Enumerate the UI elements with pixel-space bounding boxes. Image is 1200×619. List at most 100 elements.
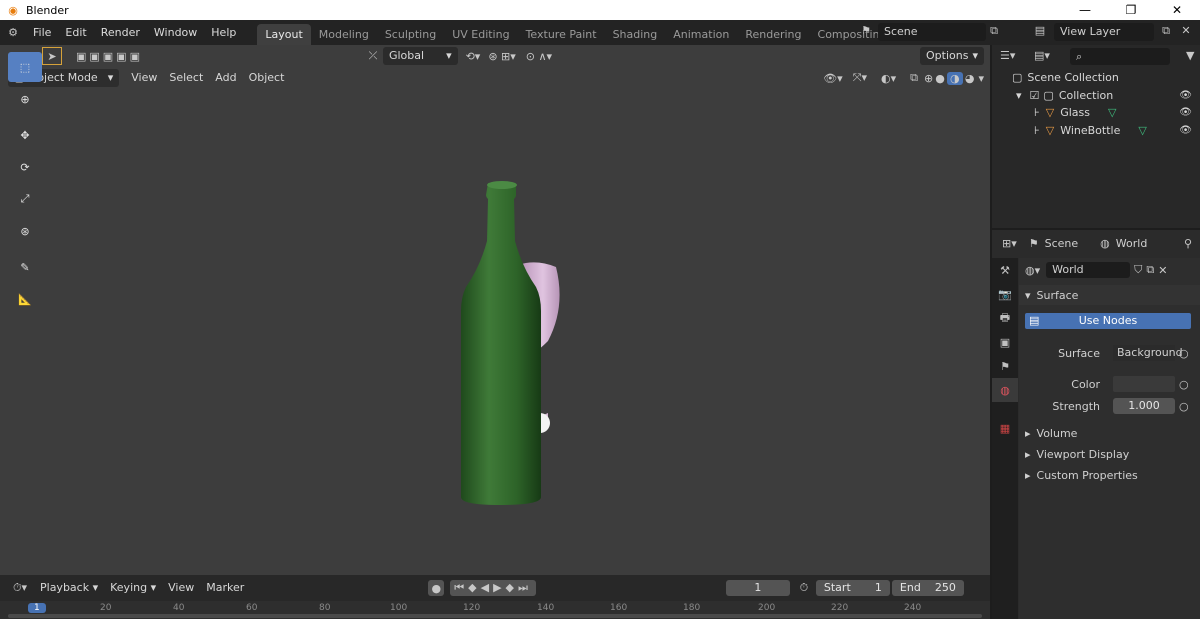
volume-panel-header[interactable]: ▸ Volume <box>1019 423 1200 443</box>
tab-sculpting[interactable]: Sculpting <box>377 24 444 45</box>
filter-icon[interactable]: ▼ <box>1186 49 1194 62</box>
tab-shading[interactable]: Shading <box>605 24 666 45</box>
view-layer-icon[interactable]: ▤ <box>1030 24 1050 37</box>
properties-editor-type-icon[interactable]: ⊞▾ <box>1002 237 1017 250</box>
rotate-tool-icon[interactable]: ⟳ <box>8 152 42 182</box>
start-label: Start <box>823 581 851 594</box>
properties-tabs: ⚒ 📷 🖶 ▣ ⚑ ◍ ▦ <box>992 258 1018 619</box>
blender-menu-icon[interactable]: ⚙ <box>0 26 26 39</box>
world-name-field[interactable]: World <box>1046 262 1131 278</box>
3d-viewport[interactable]: ⌖▾ ➤ ▣▣▣▣▣ ⤫ Global▾ ⟲▾ ⊛ ⊞▾ ⊙ ∧▾ Option… <box>0 45 990 575</box>
menu-keying[interactable]: Keying ▾ <box>104 579 162 597</box>
menu-edit[interactable]: Edit <box>58 23 93 43</box>
tab-layout[interactable]: Layout <box>257 24 311 45</box>
nodes-icon: ▤ <box>1029 314 1040 327</box>
scene-tab-icon[interactable]: ⚑ <box>992 354 1018 378</box>
wine-bottle[interactable] <box>461 181 541 505</box>
scene-collection-row[interactable]: ▢ Scene Collection <box>1012 68 1119 86</box>
transform-tool-icon[interactable]: ⊛ <box>8 216 42 246</box>
timeline-header: ⏱▾ Playback ▾ Keying ▾ View Marker ● ⏮◆◀… <box>0 575 990 601</box>
view-layer-tab-icon[interactable]: ▣ <box>992 330 1018 354</box>
collection-icon: ▢ <box>1012 70 1023 84</box>
eye-icon[interactable]: 👁 <box>1179 107 1192 118</box>
current-frame-field[interactable]: 1 <box>725 580 790 596</box>
world-tab-icon[interactable]: ◍ <box>992 378 1018 402</box>
tab-texture-paint[interactable]: Texture Paint <box>518 24 605 45</box>
maximize-button[interactable]: ❐ <box>1108 0 1154 20</box>
surface-link-icon[interactable]: ○ <box>1179 347 1189 360</box>
tab-rendering[interactable]: Rendering <box>737 24 809 45</box>
timeline-editor-type-icon[interactable]: ⏱▾ <box>6 581 34 595</box>
strength-field[interactable]: 1.000 <box>1113 398 1175 414</box>
mesh-data-icon[interactable]: ▽ <box>1138 124 1146 137</box>
color-swatch[interactable] <box>1113 376 1175 392</box>
menu-help[interactable]: Help <box>204 23 243 43</box>
output-tab-icon[interactable]: 🖶 <box>992 306 1018 330</box>
mesh-object-icon: ▽ <box>1045 123 1055 137</box>
stopwatch-icon[interactable]: ⏱ <box>796 581 812 595</box>
scale-tool-icon[interactable]: ⤢ <box>8 184 42 214</box>
color-link-icon[interactable]: ○ <box>1179 378 1189 391</box>
frame-ruler[interactable]: 1 20 40 60 80 100 120 140 160 180 200 22… <box>0 601 990 619</box>
playhead[interactable]: 1 <box>28 603 46 613</box>
tab-modeling[interactable]: Modeling <box>311 24 377 45</box>
mesh-data-icon[interactable]: ▽ <box>1108 106 1116 119</box>
checkbox-icon[interactable]: ☑ <box>1030 89 1040 102</box>
strength-link-icon[interactable]: ○ <box>1179 400 1189 413</box>
scene-field[interactable]: Scene <box>878 23 986 41</box>
close-button[interactable]: ✕ <box>1154 0 1200 20</box>
start-frame-field[interactable]: Start 1 <box>815 580 890 596</box>
end-frame-field[interactable]: End 250 <box>891 580 964 596</box>
measure-tool-icon[interactable]: 📐 <box>8 284 42 314</box>
viewport-display-panel-header[interactable]: ▸ Viewport Display <box>1019 444 1200 464</box>
winebottle-label: WineBottle <box>1060 123 1121 137</box>
unlink-world-icon[interactable]: ✕ <box>1158 264 1167 277</box>
record-icon[interactable]: ● <box>428 580 445 596</box>
winebottle-row[interactable]: ⊦ ▽ WineBottle ▽ 👁 <box>1034 121 1200 139</box>
fake-user-icon[interactable]: ⛉ <box>1134 263 1142 277</box>
cursor-tool-icon[interactable]: ⊕ <box>8 84 42 114</box>
pin-icon[interactable]: ⚲ <box>1184 237 1192 250</box>
minimize-button[interactable]: — <box>1062 0 1108 20</box>
outliner-search-input[interactable]: ⌕ <box>1070 48 1170 65</box>
world-browse-icon[interactable]: ◍▾ <box>1025 264 1040 277</box>
collection-row[interactable]: ▾ ☑ ▢ Collection 👁 <box>1016 86 1200 104</box>
glass-row[interactable]: ⊦ ▽ Glass ▽ 👁 <box>1034 103 1200 121</box>
view-layer-field[interactable]: View Layer <box>1054 23 1154 41</box>
menu-file[interactable]: File <box>26 23 58 43</box>
render-tab-icon[interactable]: 📷 <box>992 282 1018 306</box>
menu-render[interactable]: Render <box>94 23 147 43</box>
properties-editor: ⊞▾ ⚑ Scene ◍ World ⚲ ⚒ 📷 🖶 ▣ ⚑ ◍ ▦ ◍▾ Wo… <box>992 230 1200 619</box>
new-scene-icon[interactable]: ⧉ <box>986 24 1002 38</box>
breadcrumb-scene[interactable]: Scene <box>1045 237 1079 250</box>
timeline-scrollbar[interactable] <box>8 614 982 618</box>
display-mode-icon[interactable]: ▤▾ <box>1034 49 1050 62</box>
new-world-icon[interactable]: ⧉ <box>1146 263 1154 277</box>
remove-view-layer-icon[interactable]: ✕ <box>1178 24 1194 37</box>
ruler-tick: 100 <box>390 603 408 613</box>
menu-playback[interactable]: Playback ▾ <box>34 579 104 597</box>
tab-uv-editing[interactable]: UV Editing <box>444 24 517 45</box>
end-value: 250 <box>934 581 956 594</box>
annotate-tool-icon[interactable]: ✎ <box>8 252 42 282</box>
outliner-editor-type-icon[interactable]: ☰▾ <box>1000 49 1015 62</box>
surface-panel-header[interactable]: ▾ Surface <box>1019 285 1200 305</box>
menu-window[interactable]: Window <box>147 23 204 43</box>
eye-icon[interactable]: 👁 <box>1179 90 1192 101</box>
tab-animation[interactable]: Animation <box>665 24 737 45</box>
surface-shader-dropdown[interactable]: Background <box>1113 345 1183 361</box>
eye-icon[interactable]: 👁 <box>1179 125 1192 136</box>
use-nodes-button[interactable]: ▤ Use Nodes <box>1025 313 1191 329</box>
texture-tab-icon[interactable]: ▦ <box>992 416 1018 440</box>
playback-controls[interactable]: ⏮◆◀▶◆⏭ <box>450 580 536 596</box>
breadcrumb-world[interactable]: World <box>1116 237 1148 250</box>
custom-properties-panel-header[interactable]: ▸ Custom Properties <box>1019 465 1200 485</box>
tool-tab-icon[interactable]: ⚒ <box>992 258 1018 282</box>
new-view-layer-icon[interactable]: ⧉ <box>1158 24 1174 38</box>
move-tool-icon[interactable]: ✥ <box>8 120 42 150</box>
menu-marker[interactable]: Marker <box>200 579 250 597</box>
menu-timeline-view[interactable]: View <box>162 579 200 597</box>
select-box-tool-icon[interactable]: ⬚ <box>8 52 42 82</box>
scene-selector-icon[interactable]: ⚑ <box>856 24 876 37</box>
tool-shelf: ⬚ ⊕ ✥ ⟳ ⤢ ⊛ ✎ 📐 <box>8 52 44 316</box>
